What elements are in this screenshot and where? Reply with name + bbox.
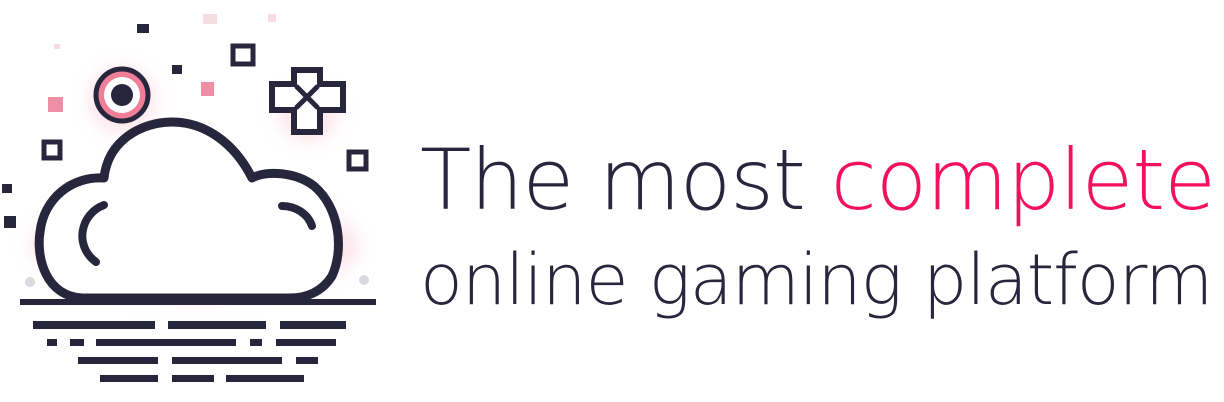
circle-button-icon [93, 66, 151, 124]
tagline: The most complete online gaming platform [420, 128, 1220, 328]
tagline-accent-word: complete [830, 131, 1216, 229]
tagline-line-2: online gaming platform [420, 239, 1213, 321]
tagline-prefix: The most [420, 131, 831, 229]
ground-lines-icon [20, 299, 376, 382]
cloud-gaming-logo [2, 14, 376, 382]
tagline-line-1: The most complete [420, 128, 1220, 232]
cloud-icon [25, 117, 369, 303]
